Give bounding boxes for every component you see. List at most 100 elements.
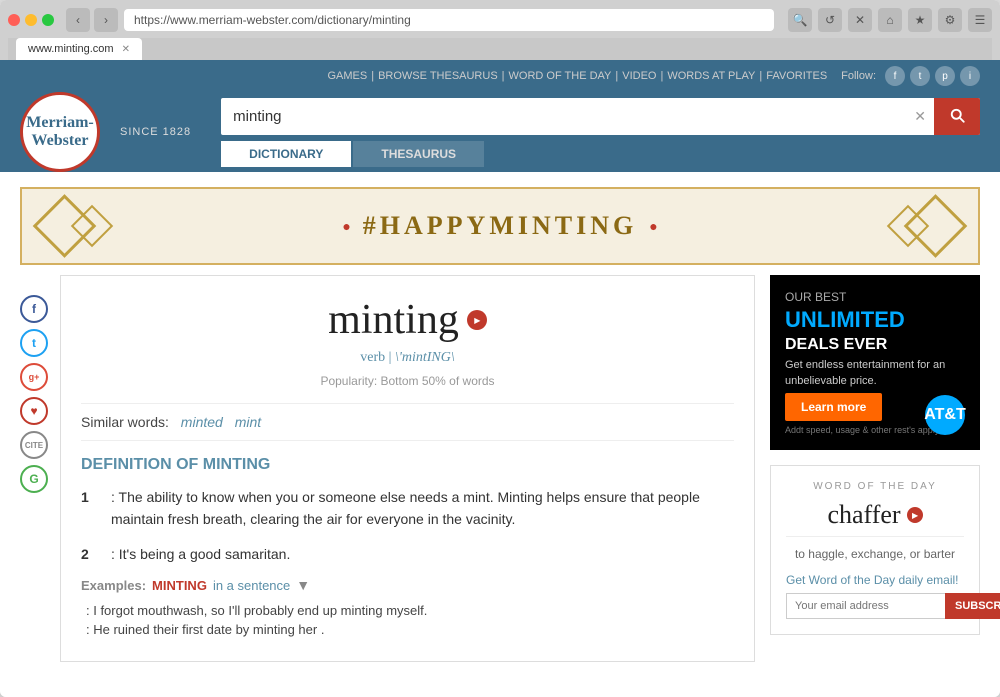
tab-dictionary[interactable]: DICTIONARY	[221, 141, 351, 167]
wotd-label: WORD OF THE DAY	[786, 481, 964, 492]
nav-games[interactable]: GAMES	[327, 70, 367, 82]
def-title-text: Definition of	[81, 456, 198, 473]
example-sentence-2: : He ruined their first date by minting …	[81, 622, 734, 637]
def-title-word: MINTING	[203, 456, 271, 473]
header-main: Merriam-Webster SINCE 1828 ✕ DI	[20, 92, 980, 172]
example-sentence-1: : I forgot mouthwash, so I'll probably e…	[81, 603, 734, 618]
def-number-2: 2	[81, 543, 96, 565]
close-button[interactable]: ✕	[848, 8, 872, 32]
follow-label: Follow:	[841, 70, 876, 82]
examples-label: Examples:	[81, 578, 146, 593]
url-text: https://www.merriam-webster.com/dictiona…	[134, 13, 764, 27]
facebook-social-icon[interactable]: f	[885, 66, 905, 86]
search-clear-button[interactable]: ✕	[906, 100, 934, 133]
definition-item-2: 2 : It's being a good samaritan.	[81, 543, 734, 565]
wotd-definition: to haggle, exchange, or barter	[786, 536, 964, 561]
search-submit-button[interactable]	[934, 98, 980, 135]
search-icon	[948, 106, 966, 124]
ad-unlimited: UNLIMITED	[785, 308, 965, 332]
subscribe-button[interactable]: SUBSCRIBE	[945, 593, 1000, 619]
def-text-1: : The ability to know when you or someon…	[111, 486, 734, 531]
twitter-social-icon[interactable]: t	[910, 66, 930, 86]
similar-word-minted[interactable]: minted	[181, 414, 223, 430]
address-bar[interactable]: https://www.merriam-webster.com/dictiona…	[124, 9, 774, 31]
advertisement-box[interactable]: OUR BEST UNLIMITED DEALS EVER Get endles…	[770, 275, 980, 450]
wotd-word-text: chaffer	[827, 500, 900, 530]
ad-description: Get endless entertainment for an unbelie…	[785, 358, 965, 389]
browser-tab[interactable]: www.minting.com ✕	[16, 38, 142, 60]
twitter-share-button[interactable]: t	[20, 329, 48, 357]
traffic-light-red	[8, 14, 20, 26]
def-text-2: : It's being a good samaritan.	[111, 543, 734, 565]
left-sidebar: f t g+ ♥ CITE G	[20, 275, 50, 677]
since-label: SINCE 1828	[120, 126, 191, 138]
audio-button[interactable]	[467, 310, 487, 330]
right-sidebar: OUR BEST UNLIMITED DEALS EVER Get endles…	[770, 275, 980, 677]
traffic-light-yellow	[25, 14, 37, 26]
dictionary-card: minting verb | \'mintING\ Popularity: Bo…	[60, 275, 755, 662]
star-button[interactable]: ★	[908, 8, 932, 32]
favorite-button[interactable]: ♥	[20, 397, 48, 425]
att-logo: AT&T	[925, 395, 965, 435]
nav-video[interactable]: VIDEO	[622, 70, 656, 82]
ad-learn-button[interactable]: Learn more	[785, 393, 882, 421]
def-number-1: 1	[81, 486, 96, 531]
similar-words-section: Similar words: minted mint	[81, 403, 734, 441]
popularity-text: Popularity: Bottom 50% of words	[81, 374, 734, 388]
instagram-social-icon[interactable]: i	[960, 66, 980, 86]
pinterest-social-icon[interactable]: p	[935, 66, 955, 86]
word-text: minting	[328, 296, 459, 344]
search-magnifier[interactable]: 🔍	[788, 8, 812, 32]
ad-banner[interactable]: ● #HAPPYMINTING ●	[20, 187, 980, 265]
home-button[interactable]: ⌂	[878, 8, 902, 32]
google-plus-button[interactable]: g+	[20, 363, 48, 391]
examples-toggle[interactable]: Examples: MINTING in a sentence ▼	[81, 577, 734, 593]
header-tabs: DICTIONARY THESAURUS	[221, 141, 980, 167]
logo-text: Merriam-Webster	[26, 114, 94, 149]
chevron-down-icon: ▼	[296, 577, 310, 593]
traffic-light-green	[42, 14, 54, 26]
wotd-word: chaffer	[786, 500, 964, 530]
definition-list: 1 : The ability to know when you or some…	[81, 486, 734, 565]
ad-our-best: OUR BEST	[785, 290, 965, 304]
ad-banner-text: #HAPPYMINTING	[363, 211, 637, 241]
definition-item-1: 1 : The ability to know when you or some…	[81, 486, 734, 531]
examples-link[interactable]: in a sentence	[213, 578, 290, 593]
settings-button[interactable]: ⚙	[938, 8, 962, 32]
cite-button[interactable]: CITE	[20, 431, 48, 459]
search-input[interactable]	[221, 100, 906, 133]
similar-label: Similar words:	[81, 414, 169, 430]
email-input[interactable]	[786, 593, 945, 619]
tab-thesaurus[interactable]: THESAURUS	[353, 141, 484, 167]
nav-thesaurus[interactable]: BROWSE THESAURUS	[378, 70, 498, 82]
tab-close-button[interactable]: ✕	[122, 44, 130, 55]
forward-button[interactable]: ›	[94, 8, 118, 32]
word-title: minting	[81, 296, 734, 344]
top-navigation: GAMES | BROWSE THESAURUS | WORD OF THE D…	[20, 66, 980, 86]
grammar-button[interactable]: G	[20, 465, 48, 493]
back-button[interactable]: ‹	[66, 8, 90, 32]
wotd-email-prompt: Get Word of the Day daily email!	[786, 573, 964, 587]
wotd-audio-button[interactable]	[907, 507, 923, 523]
nav-wotd[interactable]: WORD OF THE DAY	[509, 70, 612, 82]
main-layout: f t g+ ♥ CITE G minting verb |	[0, 275, 1000, 697]
nav-favorites[interactable]: FAVORITES	[766, 70, 827, 82]
tab-label: www.minting.com	[28, 43, 114, 55]
nav-words-at-play[interactable]: WORDS AT PLAY	[667, 70, 755, 82]
refresh-button[interactable]: ↺	[818, 8, 842, 32]
search-section: ✕ DICTIONARY THESAURUS	[221, 98, 980, 167]
mw-logo[interactable]: Merriam-Webster	[20, 92, 100, 172]
menu-button[interactable]: ☰	[968, 8, 992, 32]
word-of-the-day-box: WORD OF THE DAY chaffer to haggle, excha…	[770, 465, 980, 635]
email-subscribe-form: SUBSCRIBE	[786, 593, 964, 619]
content-area: minting verb | \'mintING\ Popularity: Bo…	[60, 275, 755, 677]
examples-word: MINTING	[152, 578, 207, 593]
facebook-share-button[interactable]: f	[20, 295, 48, 323]
pos-label: verb	[360, 350, 385, 365]
examples-section: Examples: MINTING in a sentence ▼ : I fo…	[81, 577, 734, 637]
definition-heading: Definition of MINTING	[81, 456, 734, 474]
pronunciation: \'mintING\	[395, 350, 455, 365]
search-bar: ✕	[221, 98, 980, 135]
word-pos: verb | \'mintING\	[81, 350, 734, 366]
similar-word-mint[interactable]: mint	[235, 414, 261, 430]
